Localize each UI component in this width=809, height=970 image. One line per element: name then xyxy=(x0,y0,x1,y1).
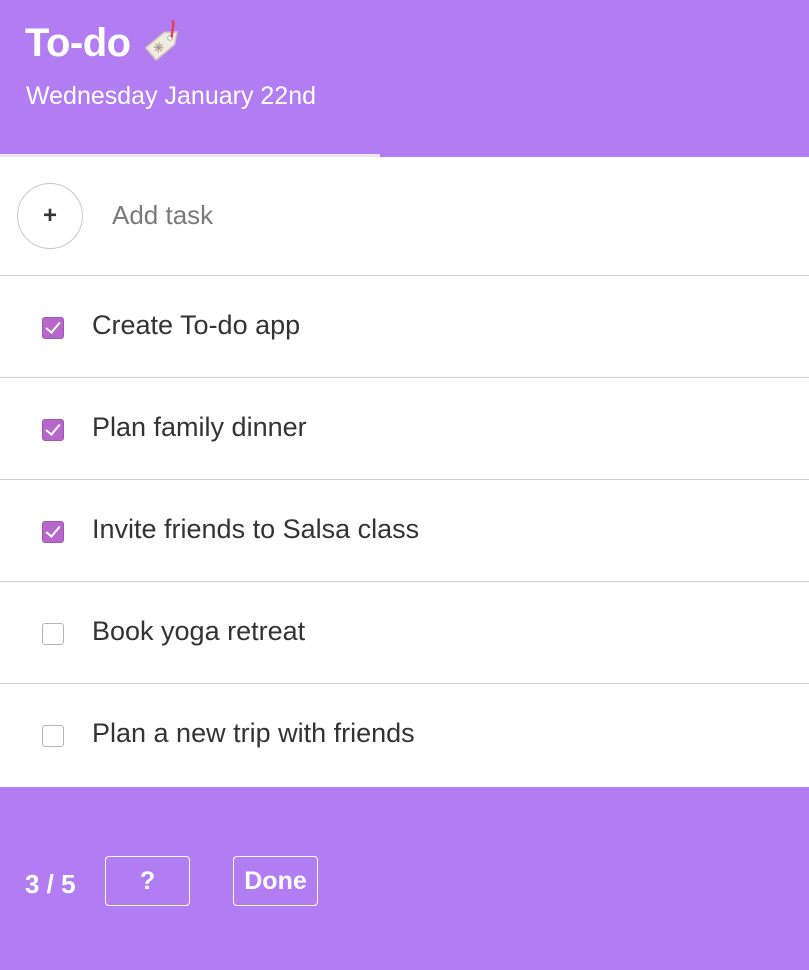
completed-counter: 3 / 5 xyxy=(25,869,76,899)
app-title: To-do xyxy=(25,20,131,65)
add-task-input[interactable] xyxy=(112,195,772,235)
task-item[interactable]: Plan a new trip with friends xyxy=(0,684,809,786)
add-task-row: + xyxy=(0,157,809,276)
add-task-button[interactable]: + xyxy=(17,183,83,249)
current-date: Wednesday January 22nd xyxy=(26,82,317,110)
task-item[interactable]: Create To-do app xyxy=(0,276,809,378)
task-label: Plan a new trip with friends xyxy=(92,718,415,748)
task-item[interactable]: Book yoga retreat xyxy=(0,582,809,684)
task-label: Book yoga retreat xyxy=(92,616,306,646)
task-label: Create To-do app xyxy=(92,310,301,340)
tag-icon xyxy=(141,19,187,66)
task-list: Create To-do app Plan family dinner Invi… xyxy=(0,276,809,786)
task-checkbox[interactable] xyxy=(42,623,64,645)
task-item[interactable]: Plan family dinner xyxy=(0,378,809,480)
task-label: Plan family dinner xyxy=(92,412,307,442)
done-button[interactable]: Done xyxy=(233,856,318,906)
task-panel: + Create To-do app Plan family dinner In… xyxy=(0,157,809,787)
app-footer: 3 / 5 ? Done xyxy=(0,787,809,970)
task-checkbox[interactable] xyxy=(42,317,64,339)
app-header: To-do Wednesday January 22nd xyxy=(0,0,809,156)
task-item[interactable]: Invite friends to Salsa class xyxy=(0,480,809,582)
task-checkbox[interactable] xyxy=(42,725,64,747)
help-button[interactable]: ? xyxy=(105,856,190,906)
task-checkbox[interactable] xyxy=(42,419,64,441)
task-label: Invite friends to Salsa class xyxy=(92,514,420,544)
title-row: To-do xyxy=(25,19,187,66)
task-checkbox[interactable] xyxy=(42,521,64,543)
